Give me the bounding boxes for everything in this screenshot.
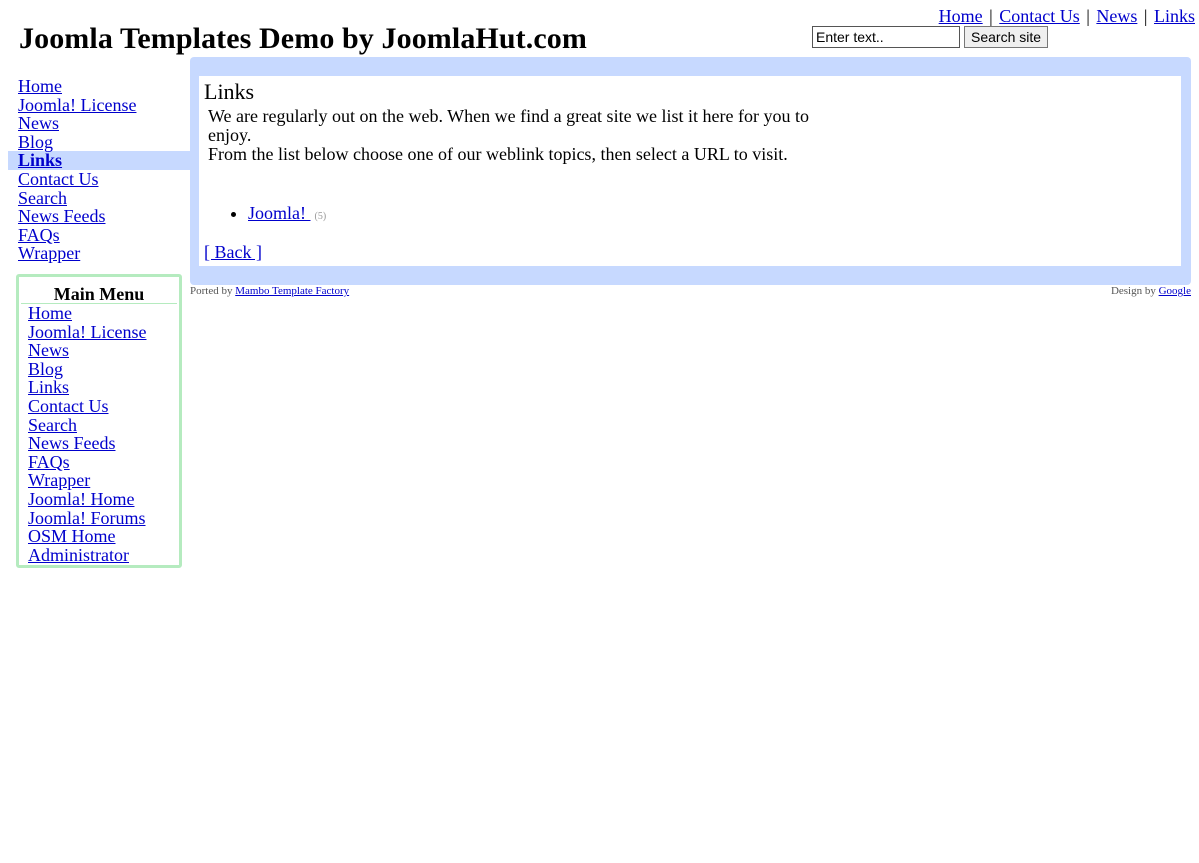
top-nav-news-link[interactable]: News: [1096, 6, 1137, 26]
main-menu-item-news[interactable]: News: [19, 341, 179, 360]
top-nav-home-link[interactable]: Home: [939, 6, 983, 26]
footer-design-link[interactable]: Google: [1159, 285, 1191, 297]
page-title: Links: [204, 79, 255, 104]
main-menu-item-news-feeds[interactable]: News Feeds: [19, 434, 179, 453]
top-nav-separator: |: [1086, 6, 1090, 26]
content-body: Links We are regularly out on the web. W…: [199, 76, 1181, 266]
footer-ported-prefix: Ported by: [190, 285, 233, 297]
main-menu-module: Main Menu Home Joomla! License News Blog…: [16, 274, 182, 568]
left-nav-item-blog[interactable]: Blog: [8, 133, 190, 152]
main-menu-item-faqs[interactable]: FAQs: [19, 453, 179, 472]
main-menu-item-joomla-forums[interactable]: Joomla! Forums: [19, 508, 179, 528]
main-menu-item-home[interactable]: Home: [19, 304, 179, 323]
main-menu-item-joomla-home[interactable]: Joomla! Home: [19, 490, 179, 509]
footer-ported-link[interactable]: Mambo Template Factory: [235, 285, 349, 297]
left-nav-item-search[interactable]: Search: [8, 188, 190, 208]
intro-line-2: From the list below choose one of our we…: [208, 144, 788, 164]
main-menu-item-search[interactable]: Search: [19, 415, 179, 435]
back-link[interactable]: [ Back ]: [204, 242, 262, 262]
search-input[interactable]: [812, 26, 960, 48]
weblink-category-list: Joomla! (5): [230, 203, 326, 224]
search-button[interactable]: Search site: [964, 26, 1049, 48]
footer-design-prefix: Design by: [1110, 285, 1156, 297]
left-nav-item-news[interactable]: News: [8, 114, 190, 133]
top-nav-contact-link[interactable]: Contact Us: [999, 6, 1080, 26]
left-nav: Home Joomla! License News Blog Links Con…: [8, 77, 190, 263]
top-nav-separator: |: [1143, 6, 1148, 26]
site-title: Joomla Templates Demo by JoomlaHut.com: [19, 22, 587, 55]
main-menu-item-blog[interactable]: Blog: [19, 360, 179, 379]
left-nav-item-home[interactable]: Home: [8, 77, 190, 96]
footer-credit-design: Design by Google: [1111, 285, 1191, 297]
left-nav-item-news-feeds[interactable]: News Feeds: [8, 207, 190, 226]
left-nav-item-joomla-license[interactable]: Joomla! License: [8, 95, 190, 115]
main-menu-item-administrator[interactable]: Administrator: [19, 546, 179, 565]
left-nav-item-wrapper[interactable]: Wrapper: [8, 244, 190, 263]
top-nav-separator: |: [989, 6, 993, 26]
top-nav: Home | Contact Us | News | Links: [939, 6, 1195, 27]
list-item: Joomla! (5): [248, 203, 326, 224]
intro-line-1: We are regularly out on the web. When we…: [208, 106, 810, 145]
main-menu-item-wrapper[interactable]: Wrapper: [19, 471, 179, 490]
category-link-joomla[interactable]: Joomla!: [248, 203, 311, 223]
main-menu-item-links[interactable]: Links: [19, 378, 179, 397]
top-nav-links-link[interactable]: Links: [1154, 6, 1195, 26]
main-menu-item-contact-us[interactable]: Contact Us: [19, 397, 179, 416]
left-nav-item-links[interactable]: Links: [8, 151, 190, 170]
search-form: Search site: [812, 26, 1049, 48]
left-nav-item-faqs[interactable]: FAQs: [8, 226, 190, 245]
back-link-wrap: [ Back ]: [204, 242, 262, 263]
category-count: (5): [314, 211, 327, 222]
intro-text: We are regularly out on the web. When we…: [208, 107, 818, 164]
left-nav-item-contact-us[interactable]: Contact Us: [8, 170, 190, 189]
main-menu-item-osm-home[interactable]: OSM Home: [19, 527, 179, 546]
content-panel: Links We are regularly out on the web. W…: [190, 57, 1191, 285]
main-menu-title: Main Menu: [21, 285, 177, 304]
main-menu-item-joomla-license[interactable]: Joomla! License: [19, 322, 179, 342]
footer-credit-ported: Ported by Mambo Template Factory: [190, 285, 349, 297]
